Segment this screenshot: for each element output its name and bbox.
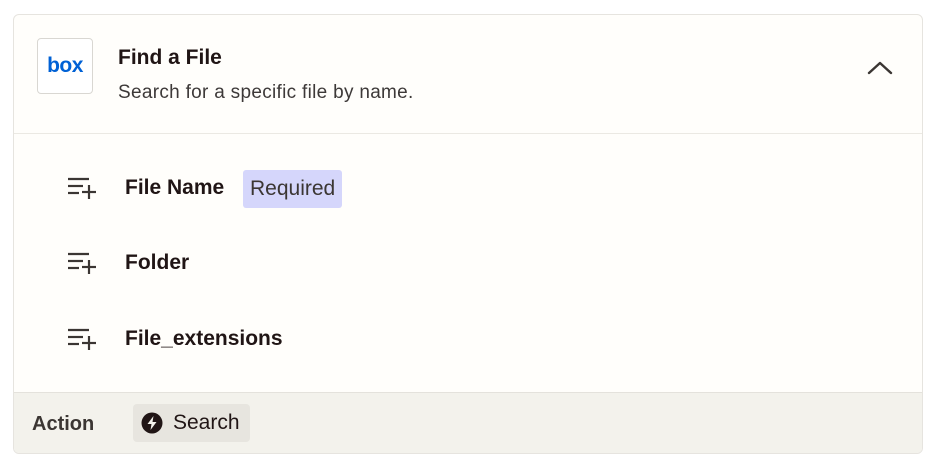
list-add-icon[interactable] [66,173,98,203]
field-label: Folder [125,251,190,274]
box-app-logo: box [37,38,93,94]
list-add-icon[interactable] [66,248,98,278]
bolt-icon [141,412,163,434]
box-logo-icon: box [47,55,84,77]
svg-text:box: box [47,55,84,77]
step-subtitle: Search for a specific file by name. [118,82,414,103]
action-type-text: Search [173,411,240,434]
field-label: File_extensions [125,327,283,350]
footer-action-label: Action [32,413,95,435]
field-row-file-name[interactable]: File Name Required [14,164,922,212]
action-type-pill: Search [133,404,250,442]
field-label: File Name [125,176,225,199]
list-add-icon[interactable] [66,324,98,354]
step-header[interactable]: box Find a File Search for a specific fi… [14,15,922,134]
field-list: File Name Required Folder File_extension… [14,133,922,391]
find-file-step-card: box Find a File Search for a specific fi… [13,14,923,454]
step-footer: Action Search [14,392,922,453]
chevron-up-icon [867,61,893,75]
required-badge: Required [243,170,343,208]
field-row-folder[interactable]: Folder [14,239,922,287]
field-row-file-extensions[interactable]: File_extensions [14,315,922,363]
step-title: Find a File [118,46,222,69]
collapse-button[interactable] [862,53,898,83]
